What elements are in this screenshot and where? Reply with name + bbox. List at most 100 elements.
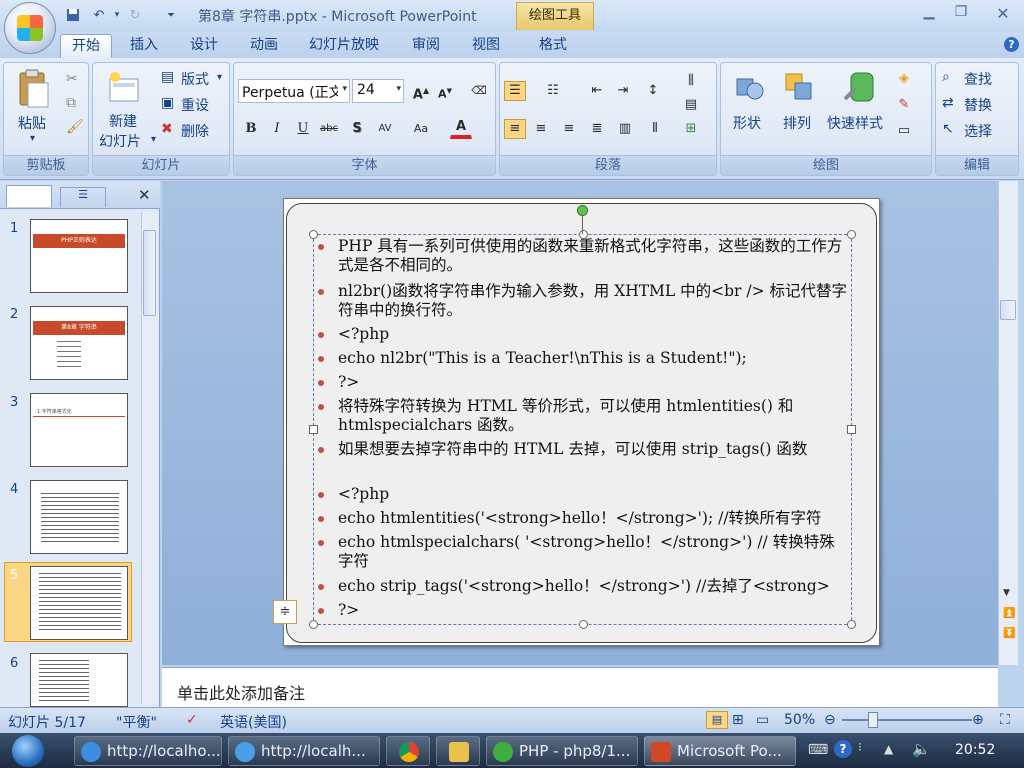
next-slide-icon[interactable]: ⏬ — [1003, 628, 1015, 639]
keyboard-icon[interactable]: ⌨ — [808, 742, 828, 758]
resize-handle[interactable] — [847, 620, 856, 629]
slideshow-view-icon[interactable]: ▭ — [756, 712, 769, 728]
shape-effects-icon[interactable]: ▭ — [893, 121, 915, 141]
copy-icon[interactable]: ⧉ — [66, 95, 76, 111]
bold-icon[interactable]: B — [240, 119, 262, 139]
normal-view-icon[interactable]: ▤ — [706, 711, 728, 729]
bullets-icon[interactable]: ☰ — [504, 81, 526, 101]
text-direction-icon[interactable]: ⫼ — [680, 71, 702, 91]
align-left-icon[interactable]: ≡ — [504, 119, 526, 139]
resize-handle[interactable] — [309, 425, 318, 434]
tab-insert[interactable]: 插入 — [122, 34, 166, 58]
minimize-icon[interactable]: ▁ — [916, 4, 942, 24]
zoom-slider-track[interactable] — [842, 719, 972, 721]
taskbar-explorer[interactable] — [436, 736, 480, 766]
slide-thumbnail-5[interactable] — [30, 566, 128, 640]
taskbar-ie-1[interactable]: http://localho... — [74, 736, 222, 766]
taskbar-chrome[interactable] — [386, 736, 430, 766]
replace-button[interactable]: 替换 — [964, 95, 992, 115]
zoom-out-icon[interactable]: ⊖ — [824, 712, 836, 728]
help-icon[interactable]: ? — [1004, 37, 1019, 52]
numbering-icon[interactable]: ☷ — [542, 81, 564, 101]
underline-icon[interactable]: U — [292, 119, 314, 139]
customize-qat-icon[interactable]: ⏷ — [162, 6, 180, 24]
reset-button[interactable]: 重设 — [181, 95, 209, 115]
spelling-icon[interactable]: ✓ — [186, 712, 198, 728]
italic-icon[interactable]: I — [266, 119, 288, 139]
tab-review[interactable]: 审阅 — [404, 34, 448, 58]
clock[interactable]: 20:52 — [955, 742, 995, 758]
paste-button[interactable]: 粘贴 — [18, 113, 46, 133]
quick-styles-button[interactable]: 快速样式 — [827, 113, 883, 133]
decrease-indent-icon[interactable]: ⇤ — [586, 81, 608, 101]
outline-tab-icon[interactable]: ☰ — [60, 187, 106, 207]
tab-animations[interactable]: 动画 — [240, 34, 288, 58]
resize-handle[interactable] — [309, 230, 318, 239]
shape-outline-icon[interactable]: ✎ — [893, 95, 915, 115]
help-tray-icon[interactable]: ? — [834, 740, 852, 758]
line-spacing-icon[interactable]: ↕ — [642, 81, 664, 101]
tab-slideshow[interactable]: 幻灯片放映 — [302, 34, 386, 58]
taskbar-php[interactable]: PHP - php8/1... — [486, 736, 638, 766]
slides-pane-scroll-thumb[interactable] — [143, 230, 156, 316]
undo-dropdown-icon[interactable]: ▾ — [108, 6, 126, 24]
shapes-button[interactable]: 形状 — [733, 113, 761, 133]
slide-thumbnail-2[interactable]: 第8章 字符串 — [30, 306, 128, 380]
close-pane-icon[interactable]: ✕ — [138, 186, 151, 204]
restore-icon[interactable]: ❐ — [948, 4, 974, 24]
justify-icon[interactable]: ≣ — [586, 119, 608, 139]
taskbar-ie-2[interactable]: http://localh... — [228, 736, 380, 766]
find-button[interactable]: 查找 — [964, 69, 992, 89]
close-icon[interactable]: ✕ — [990, 4, 1016, 24]
start-button[interactable] — [8, 733, 56, 768]
character-spacing-icon[interactable]: AV — [374, 119, 396, 139]
rotate-handle[interactable] — [577, 205, 588, 216]
font-size-select[interactable]: 24 ▾ — [352, 79, 404, 103]
previous-slide-icon[interactable]: ⏫ — [1003, 608, 1015, 619]
align-center-icon[interactable]: ≡ — [530, 119, 552, 139]
autofit-options-icon[interactable]: ≑ — [273, 600, 297, 624]
zoom-level[interactable]: 50% — [784, 712, 815, 728]
language-indicator[interactable]: 英语(美国) — [220, 712, 287, 732]
new-slide-button[interactable]: 新建 — [109, 111, 137, 131]
resize-handle[interactable] — [579, 620, 588, 629]
resize-handle[interactable] — [847, 425, 856, 434]
align-right-icon[interactable]: ≡ — [558, 119, 580, 139]
font-name-dropdown-icon[interactable]: ▾ — [342, 84, 347, 94]
font-name-select[interactable]: Perpetua (正文 ▾ — [238, 79, 350, 103]
columns-icon[interactable]: ⫴ — [644, 119, 666, 139]
input-method-icon[interactable]: ⁝ — [858, 740, 862, 754]
save-icon[interactable] — [64, 6, 82, 24]
grow-font-icon[interactable]: A▲ — [410, 81, 432, 102]
taskbar-powerpoint[interactable]: Microsoft Po... — [644, 736, 796, 766]
resize-handle[interactable] — [847, 230, 856, 239]
tab-view[interactable]: 视图 — [464, 34, 508, 58]
show-hidden-icons[interactable]: ▲ — [884, 742, 893, 756]
layout-button[interactable]: 版式 — [181, 69, 209, 89]
editor-scroll-thumb[interactable] — [1000, 300, 1016, 320]
fit-to-window-icon[interactable]: ⛶ — [1000, 712, 1010, 728]
zoom-in-icon[interactable]: ⊕ — [972, 712, 984, 728]
paste-dropdown-icon[interactable]: ▾ — [30, 133, 35, 144]
resize-handle[interactable] — [309, 620, 318, 629]
clear-formatting-icon[interactable]: ⌫ — [468, 81, 490, 101]
theme-name[interactable]: "平衡" — [116, 712, 157, 732]
format-painter-icon[interactable]: 🖌 — [66, 119, 84, 135]
font-color-icon[interactable]: A — [450, 117, 472, 139]
select-button[interactable]: 选择 — [964, 121, 992, 141]
font-size-dropdown-icon[interactable]: ▾ — [396, 84, 401, 94]
slide-thumbnail-3[interactable]: 1.字符串格式化 — [30, 393, 128, 467]
new-slide-button-line2[interactable]: 幻灯片 — [99, 131, 141, 151]
shrink-font-icon[interactable]: A▼ — [434, 81, 456, 101]
slide-thumbnail-6[interactable] — [30, 653, 128, 707]
change-case-icon[interactable]: Aa — [410, 119, 432, 139]
increase-indent-icon[interactable]: ⇥ — [612, 81, 634, 101]
zoom-slider-thumb[interactable] — [868, 712, 878, 728]
text-shadow-icon[interactable]: S — [346, 119, 368, 139]
delete-button[interactable]: 删除 — [181, 121, 209, 141]
notes-placeholder[interactable]: 单击此处添加备注 — [177, 680, 305, 704]
convert-smartart-icon[interactable]: ⊞ — [680, 119, 702, 139]
undo-icon[interactable]: ↶ — [90, 6, 108, 24]
slide-thumbnail-1[interactable]: PHP正则表达 — [30, 219, 128, 293]
cut-icon[interactable]: ✂ — [66, 71, 78, 87]
